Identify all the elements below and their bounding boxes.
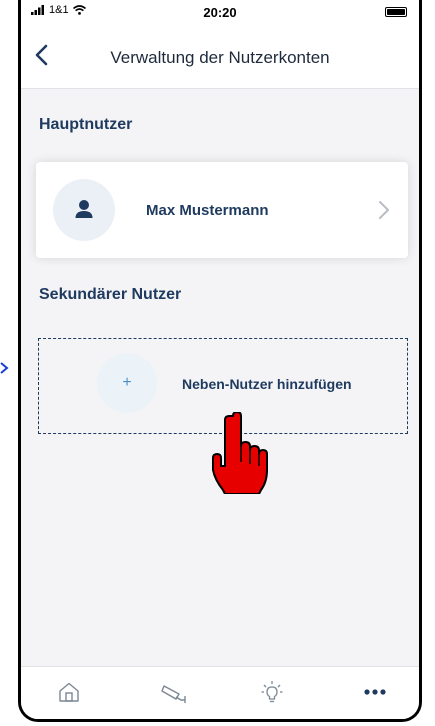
main-user-name: Max Mustermann <box>146 202 269 219</box>
tab-more[interactable] <box>355 677 395 707</box>
battery-icon <box>385 7 407 17</box>
status-bar: 1&1 20:20 <box>21 0 419 26</box>
tab-camera[interactable] <box>154 677 194 707</box>
phone-frame: 1&1 20:20 Verwaltung der Nutzerkonten Ha… <box>18 0 422 722</box>
tab-home[interactable] <box>49 677 89 707</box>
page-title: Verwaltung der Nutzerkonten <box>110 48 330 67</box>
lightbulb-icon <box>261 681 283 703</box>
more-icon <box>364 689 386 695</box>
main-user-section-title: Hauptnutzer <box>39 116 133 133</box>
person-icon <box>75 200 93 218</box>
avatar <box>53 179 115 241</box>
tab-bar <box>21 666 419 719</box>
plus-icon: + <box>122 374 132 391</box>
hand-pointer-icon <box>212 412 268 494</box>
main-user-card[interactable]: Max Mustermann <box>36 162 408 258</box>
secondary-user-section-title: Sekundärer Nutzer <box>39 286 182 303</box>
add-circle: + <box>97 353 157 413</box>
tab-lights[interactable] <box>252 677 292 707</box>
side-arrow-marker <box>0 362 9 374</box>
home-icon <box>59 682 79 702</box>
chevron-right-icon <box>379 201 389 219</box>
add-secondary-user-label: Neben-Nutzer hinzufügen <box>182 376 352 392</box>
camera-icon <box>161 685 186 703</box>
status-time: 20:20 <box>203 5 237 20</box>
navigation-bar: Verwaltung der Nutzerkonten <box>21 26 419 89</box>
